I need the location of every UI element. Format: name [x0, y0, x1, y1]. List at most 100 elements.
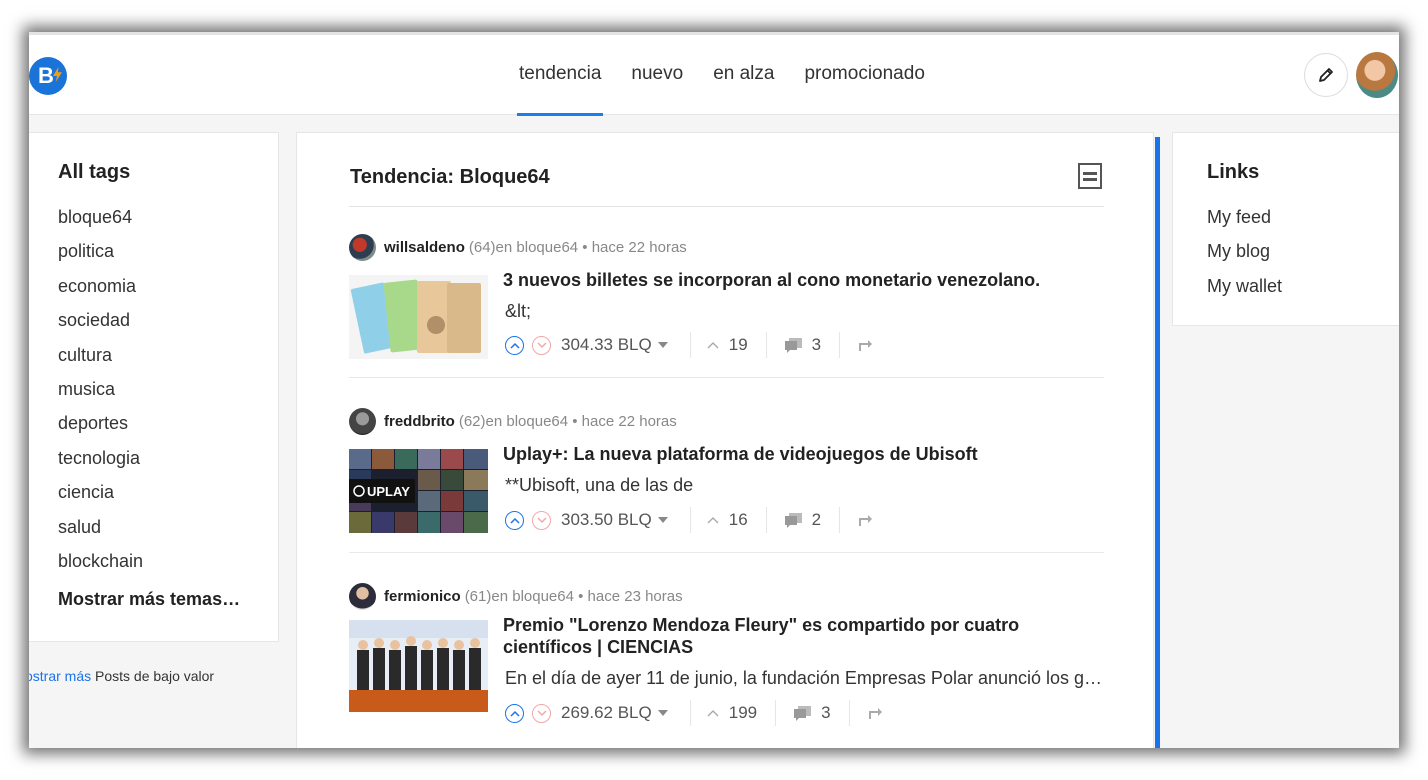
post-card: fermionico (61) en bloque64 • hace 23 ho… — [349, 582, 1104, 748]
post-actions: 304.33 BLQ 19 3 — [505, 332, 874, 358]
downvote-button[interactable] — [532, 510, 551, 530]
nav-tendencia[interactable]: tendencia — [516, 35, 604, 116]
nav-promocionado[interactable]: promocionado — [804, 35, 924, 115]
reblog-icon — [859, 514, 873, 526]
layout-toggle-button[interactable] — [1078, 163, 1102, 189]
logo-letter: B — [38, 63, 54, 88]
divider — [349, 206, 1104, 207]
post-thumbnail[interactable] — [349, 275, 488, 359]
payout-amount: 303.50 BLQ — [561, 510, 652, 529]
divider — [839, 507, 841, 533]
chevron-up-icon — [707, 517, 719, 524]
chevron-up-icon — [509, 710, 520, 717]
voters-button[interactable]: 16 — [707, 510, 748, 530]
tag-item[interactable]: politica — [58, 240, 143, 274]
chevron-down-icon — [536, 709, 547, 716]
reblog-icon — [868, 707, 882, 719]
payout-dropdown[interactable]: 269.62 BLQ — [561, 703, 668, 723]
upvote-button[interactable] — [505, 335, 524, 355]
upvote-button[interactable] — [505, 510, 524, 530]
reblog-button[interactable] — [868, 707, 884, 720]
post-title[interactable]: Premio "Lorenzo Mendoza Fleury" es compa… — [503, 614, 1103, 658]
payout-amount: 304.33 BLQ — [561, 335, 652, 354]
divider — [349, 377, 1104, 378]
downvote-button[interactable] — [532, 703, 551, 723]
comments-button[interactable]: 2 — [784, 510, 821, 530]
chevron-up-icon — [509, 517, 520, 524]
layout-line — [1083, 177, 1097, 181]
tag-item[interactable]: blockchain — [58, 550, 143, 584]
upvote-button[interactable] — [505, 703, 524, 723]
nav-nuevo[interactable]: nuevo — [631, 35, 683, 115]
chevron-down-icon — [536, 341, 547, 348]
link-my-feed[interactable]: My feed — [1207, 206, 1282, 240]
low-value-toggle: ostrar más Posts de bajo valor — [29, 668, 214, 684]
payout-dropdown[interactable]: 303.50 BLQ — [561, 510, 668, 530]
caret-down-icon — [657, 342, 668, 348]
post-card: willsaldeno (64) en bloque64 • hace 22 h… — [349, 233, 1104, 408]
divider — [765, 507, 767, 533]
pencil-icon — [1319, 68, 1333, 82]
post-meta: freddbrito (62) en bloque64 • hace 22 ho… — [349, 407, 677, 435]
reblog-button[interactable] — [858, 339, 874, 352]
comment-icon — [784, 512, 802, 528]
show-more-low-value-link[interactable]: ostrar más — [29, 668, 91, 684]
tag-item[interactable]: ciencia — [58, 481, 143, 515]
author-name[interactable]: freddbrito — [384, 413, 455, 430]
caret-down-icon — [657, 710, 668, 716]
link-my-blog[interactable]: My blog — [1207, 240, 1282, 274]
scroll-indicator — [1155, 137, 1160, 748]
links-list: My feed My blog My wallet — [1207, 206, 1282, 309]
tag-item[interactable]: sociedad — [58, 309, 143, 343]
chevron-down-icon — [536, 516, 547, 523]
tag-item[interactable]: cultura — [58, 344, 143, 378]
voters-button[interactable]: 199 — [707, 703, 757, 723]
tag-item[interactable]: economia — [58, 275, 143, 309]
author-avatar[interactable] — [349, 407, 376, 435]
post-excerpt: &lt; — [505, 301, 532, 321]
post-meta: willsaldeno (64) en bloque64 • hace 22 h… — [349, 233, 687, 261]
vote-count: 19 — [728, 335, 748, 354]
reblog-button[interactable] — [858, 514, 874, 527]
payout-dropdown[interactable]: 304.33 BLQ — [561, 335, 668, 355]
post-thumbnail[interactable] — [349, 620, 488, 712]
tag-item[interactable]: musica — [58, 378, 143, 412]
links-title: Links — [1207, 161, 1260, 183]
post-meta: fermionico (61) en bloque64 • hace 23 ho… — [349, 582, 683, 610]
author-name[interactable]: fermionico — [384, 588, 461, 605]
post-thumbnail[interactable]: UPLAY — [349, 449, 488, 533]
post-title[interactable]: 3 nuevos billetes se incorporan al cono … — [503, 269, 1103, 291]
low-value-label: Posts de bajo valor — [91, 668, 215, 684]
post-category-time: en bloque64 • hace 23 horas — [491, 587, 683, 605]
user-avatar[interactable] — [1356, 52, 1398, 98]
post-actions: 303.50 BLQ 16 2 — [505, 507, 874, 533]
tag-item[interactable]: salud — [58, 516, 143, 550]
divider — [839, 332, 841, 358]
author-avatar[interactable] — [349, 582, 376, 610]
comments-button[interactable]: 3 — [794, 703, 831, 723]
divider — [775, 700, 777, 726]
post-category-time: en bloque64 • hace 22 horas — [495, 238, 687, 256]
show-more-tags-link[interactable]: Mostrar más temas… — [58, 589, 240, 610]
divider — [765, 332, 767, 358]
payout-amount: 269.62 BLQ — [561, 703, 652, 722]
voters-button[interactable]: 19 — [707, 335, 748, 355]
downvote-button[interactable] — [532, 335, 551, 355]
tags-title: All tags — [58, 161, 131, 183]
author-name[interactable]: willsaldeno — [384, 239, 465, 256]
tag-list: bloque64 politica economia sociedad cult… — [58, 206, 143, 584]
logo-icon[interactable]: B — [29, 57, 67, 95]
tag-item[interactable]: tecnologia — [58, 447, 143, 481]
link-my-wallet[interactable]: My wallet — [1207, 275, 1282, 309]
author-reputation: (61) — [464, 587, 492, 605]
nav-en-alza[interactable]: en alza — [713, 35, 774, 115]
divider — [689, 700, 691, 726]
tag-item[interactable]: bloque64 — [58, 206, 143, 240]
chevron-up-icon — [707, 710, 719, 717]
feed-panel: Tendencia: Bloque64 willsaldeno (64) en … — [296, 132, 1160, 748]
post-title[interactable]: Uplay+: La nueva plataforma de videojueg… — [503, 443, 1103, 465]
tag-item[interactable]: deportes — [58, 412, 143, 446]
write-post-button[interactable] — [1304, 53, 1348, 97]
author-avatar[interactable] — [349, 233, 376, 261]
comments-button[interactable]: 3 — [784, 335, 821, 355]
